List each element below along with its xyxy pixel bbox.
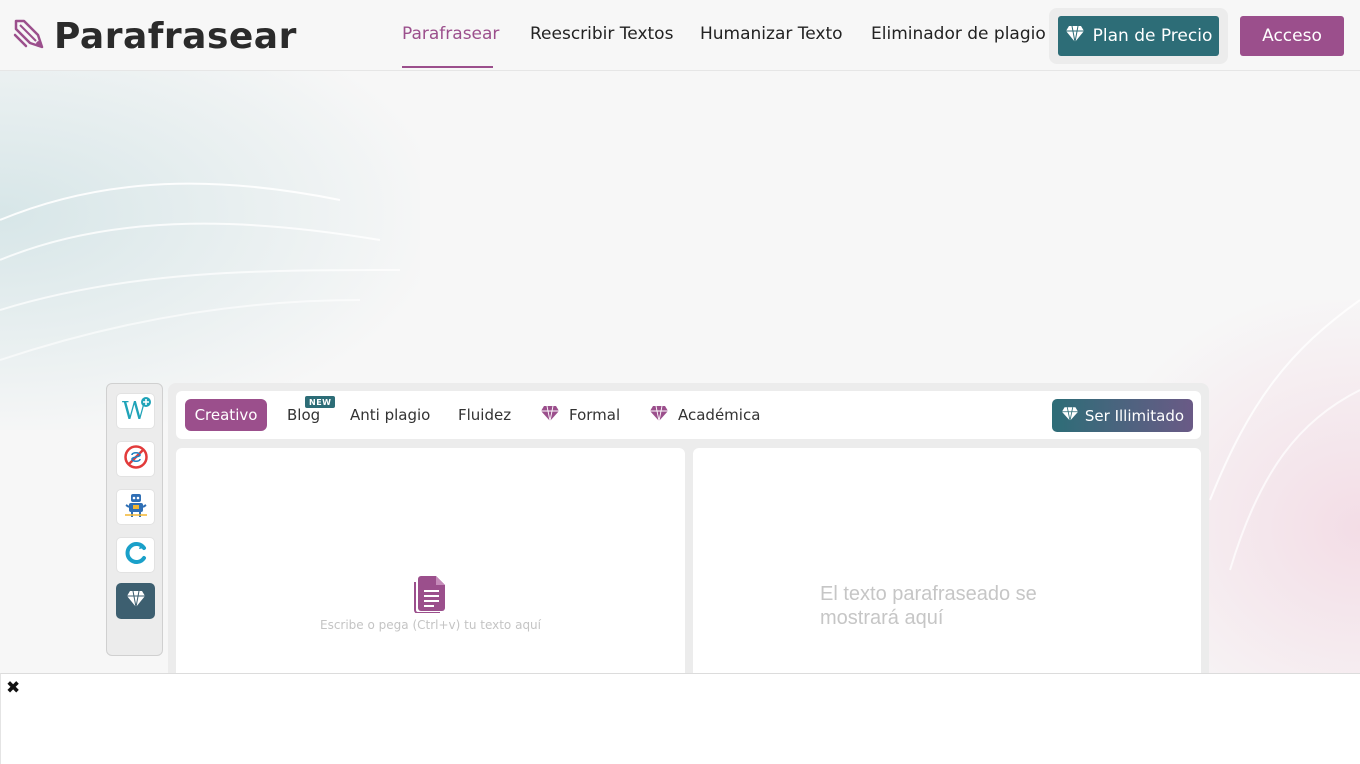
input-text-area[interactable]: Escribe o pega (Ctrl+v) tu texto aquí	[176, 448, 685, 688]
quill-logo-icon	[12, 17, 46, 57]
mode-fluidez[interactable]: Fluidez	[458, 391, 511, 439]
tool-word-add[interactable]: W	[116, 393, 155, 429]
no-plagiarism-icon	[123, 444, 149, 474]
nav-parafrasear[interactable]: Parafrasear	[402, 24, 499, 44]
unlimited-label: Ser Illimitado	[1084, 406, 1185, 425]
new-badge: NEW	[305, 396, 336, 408]
word-add-icon: W	[121, 395, 151, 427]
robot-icon	[123, 491, 149, 523]
output-text-area: El texto parafraseado se mostrará aquí	[693, 448, 1201, 688]
mode-academica[interactable]: Académica	[649, 391, 760, 439]
brand-name: Parafrasear	[54, 16, 297, 57]
nav-reescribir-textos[interactable]: Reescribir Textos	[530, 24, 673, 44]
diamond-icon	[1061, 406, 1079, 426]
mode-formal[interactable]: Formal	[540, 391, 620, 439]
nav-humanizar-texto[interactable]: Humanizar Texto	[700, 24, 843, 44]
output-placeholder: El texto parafraseado se mostrará aquí	[820, 583, 1037, 629]
active-nav-underline	[402, 66, 493, 68]
tool-robot[interactable]	[116, 489, 155, 525]
mode-academica-label: Académica	[678, 406, 761, 424]
pricing-plan-button[interactable]: Plan de Precio	[1058, 16, 1219, 56]
bottom-ad-bar: ✖	[0, 673, 1360, 764]
mode-creativo[interactable]: Creativo	[185, 399, 267, 431]
close-icon[interactable]: ✖	[6, 677, 20, 699]
mode-anti-plagio[interactable]: Anti plagio	[350, 391, 430, 439]
unlimited-button[interactable]: Ser Illimitado	[1052, 399, 1193, 432]
mode-bar: Creativo Blog NEW Anti plagio Fluidez Fo…	[176, 391, 1201, 439]
refresh-c-icon	[123, 540, 149, 570]
nav-eliminador-de-plagio[interactable]: Eliminador de plagio	[871, 24, 1046, 44]
tool-no-plagiarism[interactable]	[116, 441, 155, 477]
tool-premium[interactable]	[116, 583, 155, 619]
pricing-plan-label: Plan de Precio	[1092, 26, 1213, 46]
diamond-icon	[1065, 25, 1085, 48]
diamond-icon	[126, 590, 146, 612]
diamond-icon	[649, 405, 669, 426]
login-button[interactable]: Acceso	[1240, 16, 1344, 56]
document-icon	[414, 576, 446, 617]
mode-formal-label: Formal	[569, 406, 621, 424]
tool-rephrase[interactable]	[116, 537, 155, 573]
tools-sidebar: W	[106, 383, 163, 656]
input-placeholder: Escribe o pega (Ctrl+v) tu texto aquí	[319, 618, 541, 632]
diamond-icon	[540, 405, 560, 426]
brand-logo[interactable]: Parafrasear	[12, 16, 297, 57]
top-navbar: Parafrasear Parafrasear Reescribir Texto…	[0, 0, 1360, 71]
